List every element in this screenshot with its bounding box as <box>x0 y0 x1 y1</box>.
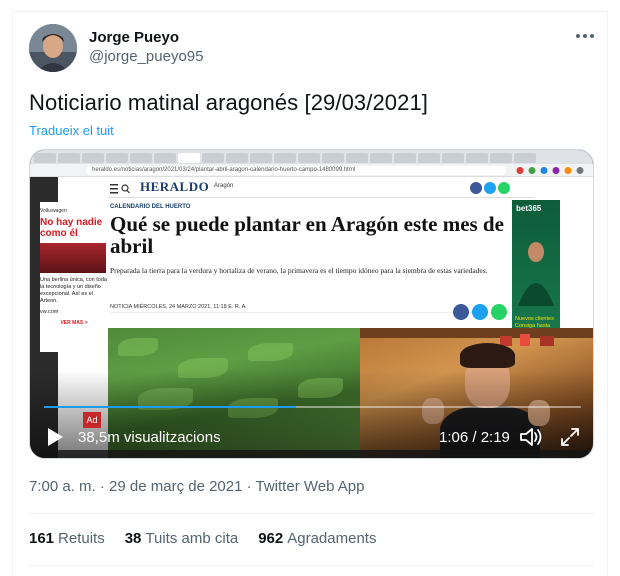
quote-tweets-count: 38 <box>124 530 142 547</box>
video-view-count: 38,5m visualitzacions <box>78 429 221 446</box>
tweet-timestamp[interactable]: 7:00 a. m. · 29 de març de 2021 · Twitte… <box>29 478 364 495</box>
right-ad-brand: bet365 <box>516 204 542 213</box>
share-facebook-icon <box>453 304 469 320</box>
os-taskbar <box>30 450 593 458</box>
browser-extension-icons <box>516 167 584 174</box>
likes-label: Agradaments <box>287 530 377 547</box>
facebook-icon <box>470 182 482 194</box>
likes-count: 962 <box>258 530 284 547</box>
browser-tab-bar <box>30 150 593 164</box>
video-progress-bar[interactable] <box>44 406 581 408</box>
retweets-count: 161 <box>29 530 55 547</box>
author-name[interactable]: Jorge Pueyo <box>89 29 179 46</box>
news-logo: HERALDO <box>140 179 210 194</box>
avatar-image <box>29 24 77 72</box>
author-handle[interactable]: @jorge_pueyo95 <box>89 48 203 65</box>
left-ad-brand: Volkswagen <box>40 208 67 214</box>
tweet-text: Noticiario matinal aragonés [29/03/2021] <box>29 90 429 115</box>
whatsapp-icon <box>498 182 510 194</box>
more-dot-icon <box>583 34 587 38</box>
left-ad-headline: No hay nadie como él <box>40 217 103 239</box>
share-twitter-icon <box>472 304 488 320</box>
volume-icon[interactable] <box>519 426 543 448</box>
browser-url: heraldo.es/noticias/aragon/2021/03/24/pl… <box>86 166 506 175</box>
news-section: CALENDARIO DEL HUERTO <box>110 204 191 210</box>
left-ad-image <box>40 243 106 273</box>
left-ad-domain: vw.com <box>40 309 59 315</box>
retweets-label: Retuits <box>58 530 105 547</box>
play-icon[interactable] <box>45 426 65 448</box>
share-whatsapp-icon <box>491 304 507 320</box>
more-options-button[interactable] <box>572 25 598 47</box>
likes-stat[interactable]: 962 Agradaments <box>258 530 376 547</box>
leaf-shape <box>248 343 293 361</box>
quote-tweets-stat[interactable]: 38 Tuits amb cita <box>125 530 239 547</box>
video-progress-fill <box>44 406 297 408</box>
quote-tweets-label: Tuits amb cita <box>145 530 239 547</box>
browser-address-bar: heraldo.es/noticias/aragon/2021/03/24/pl… <box>30 164 593 177</box>
left-ad-copy: Una berlina única, con toda la tecnologí… <box>40 277 107 304</box>
ad-badge: Ad <box>83 412 101 428</box>
leaf-shape <box>118 338 158 356</box>
avatar[interactable] <box>29 24 77 72</box>
divider <box>29 565 594 566</box>
left-ad-cta: VER MAS > <box>60 320 88 326</box>
video-time: 1:06 / 2:19 <box>439 429 510 446</box>
news-subheadline: Preparada la tierra para la verdura y ho… <box>110 266 488 275</box>
news-meta: NOTICIA MIÉRCOLES, 24 MARZO 2021, 11:18 … <box>110 304 510 313</box>
right-ad-player-image <box>518 242 554 306</box>
browser-tabs-graphic <box>34 153 536 163</box>
presenter-hair <box>460 343 515 368</box>
more-dot-icon <box>576 34 580 38</box>
fullscreen-icon[interactable] <box>559 426 581 448</box>
left-ad: Volkswagen No hay nadie como él Una berl… <box>40 202 108 352</box>
twitter-icon <box>484 182 496 194</box>
news-region: Aragón <box>214 183 234 189</box>
tweet-stats: 161 Retuits 38 Tuits amb cita 962 Agradamen… <box>29 530 396 547</box>
menu-icon <box>110 184 130 194</box>
video-player[interactable]: heraldo.es/noticias/aragon/2021/03/24/pl… <box>29 149 594 459</box>
news-headline: Qué se puede plantar en Aragón este mes … <box>110 212 504 258</box>
more-dot-icon <box>590 34 594 38</box>
retweets-stat[interactable]: 161 Retuits <box>29 530 105 547</box>
divider <box>29 513 594 514</box>
translate-tweet-link[interactable]: Tradueix el tuit <box>29 123 114 138</box>
